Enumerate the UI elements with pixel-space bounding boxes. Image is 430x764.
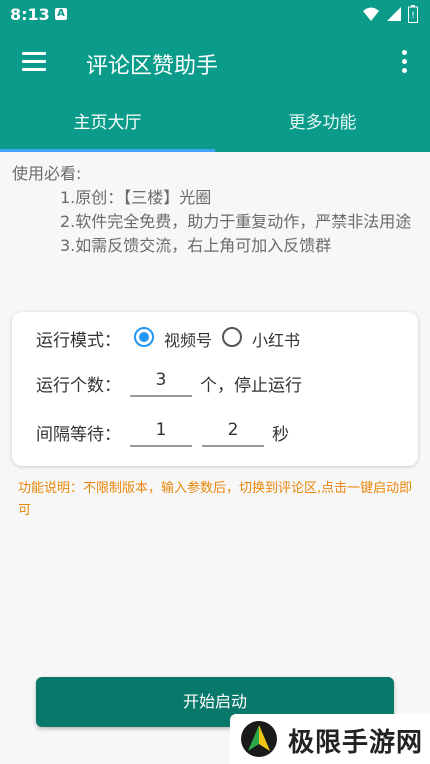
cellular-icon	[387, 7, 401, 21]
interval-min-input[interactable]: 1	[130, 415, 192, 447]
status-icons: !	[362, 5, 418, 23]
mode-label: 运行模式：	[36, 331, 121, 351]
tab-bar: 主页大厅 更多功能	[0, 94, 430, 152]
wifi-icon	[363, 7, 379, 21]
watermark: 极限手游网	[230, 714, 430, 764]
tab-more-features[interactable]: 更多功能	[215, 94, 430, 152]
tab-indicator	[0, 149, 215, 152]
notice-heading: 使用必看:	[12, 164, 82, 183]
usage-notice: 使用必看: 1.原创：【三楼】光圈 2.软件完全免费，助力于重复动作，严禁非法用…	[12, 162, 416, 258]
app-title: 评论区赞助手	[86, 54, 219, 79]
settings-card: 运行模式： 视频号 小红书 运行个数： 3 个，停止运行 间隔等待： 1 2 秒	[12, 312, 418, 466]
notice-item: 3.如需反馈交流，右上角可加入反馈群	[60, 236, 332, 255]
status-bar: 8:13 A !	[0, 0, 430, 30]
battery-icon: !	[408, 5, 418, 23]
app-toolbar: 评论区赞助手	[0, 30, 430, 94]
notification-icon: A	[55, 8, 67, 20]
interval-label: 间隔等待：	[36, 425, 121, 445]
watermark-text: 极限手游网	[288, 728, 424, 758]
notice-item: 1.原创：【三楼】光圈	[60, 188, 212, 207]
count-label: 运行个数：	[36, 376, 121, 396]
radio-xiaohongshu[interactable]	[222, 327, 242, 347]
interval-max-input[interactable]: 2	[202, 415, 264, 447]
radio-shipinhao[interactable]	[134, 327, 154, 347]
radio-label-xiaohongshu[interactable]: 小红书	[252, 327, 300, 351]
radio-label-shipinhao[interactable]: 视频号	[164, 327, 212, 351]
count-suffix: 个，停止运行	[200, 376, 302, 396]
more-options-icon[interactable]	[402, 50, 408, 74]
watermark-logo-icon	[241, 721, 277, 757]
feature-description: 功能说明：不限制版本，输入参数后，切换到评论区,点击一键启动即可	[18, 481, 413, 518]
tab-main-hall[interactable]: 主页大厅	[0, 94, 215, 152]
menu-icon[interactable]	[22, 52, 46, 72]
count-input[interactable]: 3	[130, 365, 192, 397]
notice-item: 2.软件完全免费，助力于重复动作，严禁非法用途	[60, 212, 412, 231]
interval-suffix: 秒	[272, 425, 289, 445]
svg-text:!: !	[411, 11, 415, 21]
status-time: 8:13	[10, 5, 50, 24]
